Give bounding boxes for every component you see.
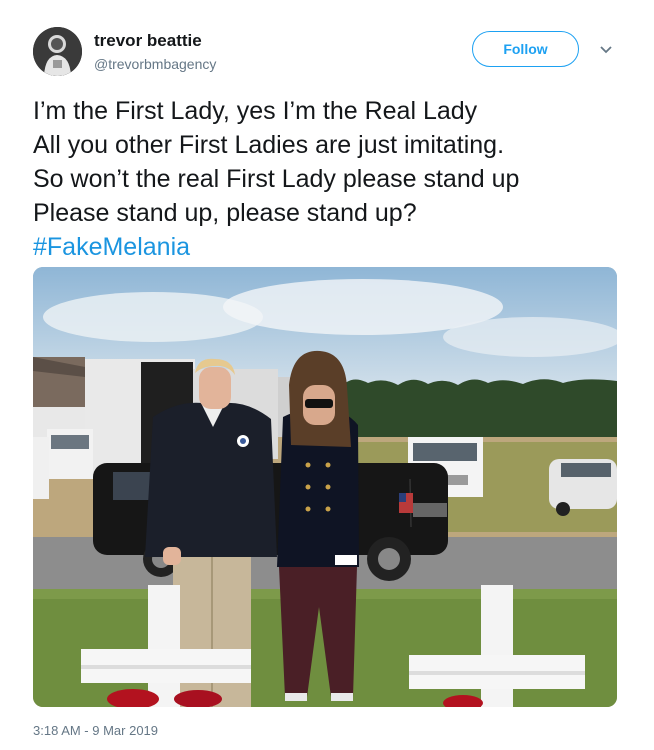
chevron-down-icon[interactable] — [598, 43, 614, 55]
user-name[interactable]: trevor beattie — [94, 31, 202, 51]
user-handle[interactable]: @trevorbmbagency — [94, 56, 216, 72]
tweet-line: I’m the First Lady, yes I’m the Real Lad… — [33, 97, 478, 125]
follow-button[interactable]: Follow — [472, 31, 579, 67]
timestamp[interactable]: 3:18 AM - 9 Mar 2019 — [33, 723, 158, 738]
avatar[interactable] — [33, 27, 82, 76]
tweet-line: Please stand up, please stand up? — [33, 199, 417, 227]
tweet-line: All you other First Ladies are just imit… — [33, 131, 505, 159]
tweet-line: So won’t the real First Lady please stan… — [33, 165, 520, 193]
hashtag-link[interactable]: #FakeMelania — [33, 230, 633, 264]
tweet-photo[interactable] — [33, 267, 617, 707]
tweet-text: I’m the First Lady, yes I’m the Real Lad… — [33, 94, 633, 264]
tweet-card: trevor beattie @trevorbmbagency Follow I… — [0, 0, 654, 750]
